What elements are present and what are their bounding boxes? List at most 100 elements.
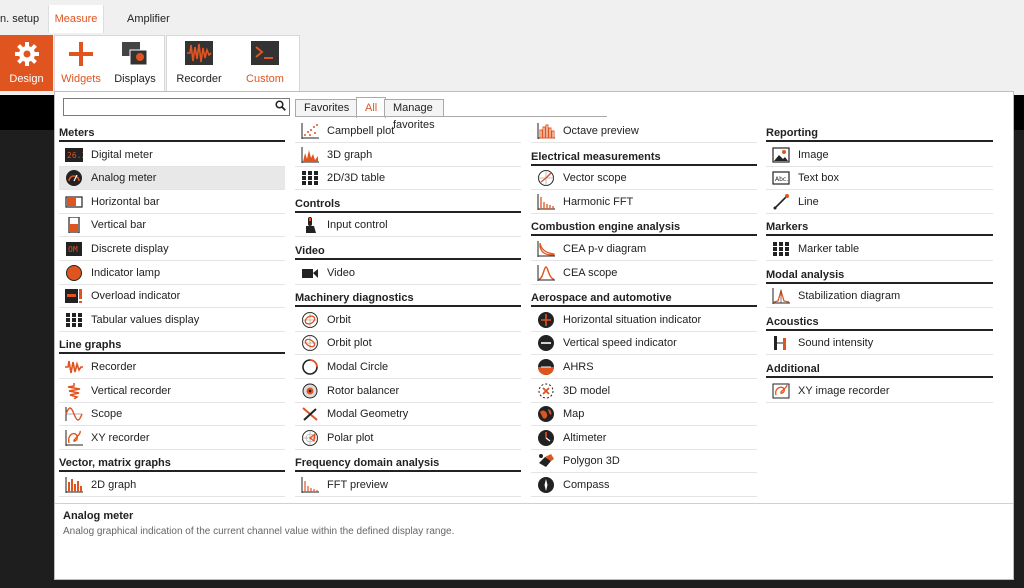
widget-item[interactable]: Rotor balancer	[295, 380, 521, 403]
compass-icon	[537, 477, 555, 493]
widget-item-label: Sound intensity	[798, 337, 874, 350]
widget-item[interactable]: Compass	[531, 474, 757, 497]
widget-item[interactable]: Harmonic FFT	[531, 191, 757, 214]
orbit-plot-icon	[301, 335, 319, 352]
design-button[interactable]: Design	[0, 35, 53, 91]
vsi-icon	[537, 335, 555, 352]
custom-button[interactable]: Custom	[233, 35, 297, 91]
custom-label: Custom	[246, 73, 284, 85]
widget-item[interactable]: Image	[766, 144, 993, 167]
svg-text:OM: OM	[68, 245, 78, 254]
tab-all[interactable]: All	[356, 97, 387, 118]
widget-item[interactable]: Indicator lamp	[59, 262, 285, 285]
widget-item[interactable]: Vertical speed indicator	[531, 332, 757, 356]
widget-item-label: Rotor balancer	[327, 384, 400, 397]
description-text: Analog graphical indication of the curre…	[63, 526, 455, 537]
widget-item[interactable]: OM Discrete display	[59, 238, 285, 261]
text-box-icon: Abc.	[772, 170, 790, 186]
widget-item[interactable]: Tabular values display	[59, 309, 285, 332]
widget-item[interactable]: Vertical bar	[59, 214, 285, 238]
widget-item[interactable]: Map	[531, 403, 757, 427]
description-title: Analog meter	[63, 510, 134, 522]
widget-item[interactable]: Altimeter	[531, 427, 757, 450]
vertical-recorder-icon	[65, 382, 83, 400]
section-header: Meters	[59, 120, 285, 142]
widget-item-label: Harmonic FFT	[563, 195, 634, 208]
widget-item-label: Horizontal situation indicator	[563, 313, 702, 326]
ahrs-icon	[537, 359, 555, 375]
hsi-icon	[537, 311, 555, 328]
widget-item[interactable]: AHRS	[531, 356, 757, 379]
section-header: Machinery diagnostics	[295, 285, 521, 308]
widget-item[interactable]: XY image recorder	[766, 380, 993, 403]
widget-item-label: CEA p-v diagram	[563, 243, 647, 255]
widget-item[interactable]: Vertical recorder	[59, 380, 285, 403]
tab-setup[interactable]: n. setup	[0, 5, 45, 33]
widget-item[interactable]: Marker table	[766, 238, 993, 261]
table-icon	[301, 170, 319, 186]
widget-item[interactable]: Polygon 3D	[531, 450, 757, 474]
widget-item[interactable]: 3D graph	[295, 144, 521, 167]
displays-button[interactable]: Displays	[108, 35, 162, 91]
widget-item[interactable]: Polar plot	[295, 427, 521, 450]
tab-favorites[interactable]: Favorites	[295, 99, 359, 117]
widget-item-label: XY image recorder	[798, 384, 890, 397]
plus-icon	[68, 41, 94, 70]
widget-item-label: Stabilization diagram	[798, 290, 901, 303]
widget-item[interactable]: Line	[766, 191, 993, 214]
video-icon	[301, 265, 319, 281]
marker-table-icon	[772, 241, 790, 257]
stabilization-diagram-icon	[772, 288, 790, 305]
section-header: Aerospace and automotive	[531, 285, 757, 308]
widget-item[interactable]: Vector scope	[531, 167, 757, 191]
image-icon	[772, 146, 790, 163]
widget-item-label: Image	[798, 148, 829, 161]
widget-item-label: Vertical bar	[91, 219, 147, 232]
indicator-lamp-icon	[65, 264, 83, 281]
widget-item[interactable]: Sound intensity	[766, 332, 993, 356]
widget-item[interactable]: Horizontal bar	[59, 191, 285, 214]
widget-item[interactable]: Horizontal situation indicator	[531, 309, 757, 332]
discrete-display-icon: OM	[65, 241, 83, 257]
widget-item[interactable]: Stabilization diagram	[766, 285, 993, 309]
widget-item[interactable]: Modal Circle	[295, 356, 521, 379]
tab-amplifier[interactable]: Amplifier	[127, 5, 177, 33]
widget-item[interactable]: 2D graph	[59, 474, 285, 497]
widget-item-label: Indicator lamp	[91, 266, 161, 279]
widget-item-label: Video	[327, 266, 355, 279]
widget-item[interactable]: 2D/3D table	[295, 167, 521, 191]
widget-item[interactable]: Recorder	[59, 356, 285, 379]
widget-item[interactable]: Octave preview	[531, 120, 757, 143]
recorder-button[interactable]: Recorder	[167, 35, 231, 91]
widget-item[interactable]: Scope	[59, 403, 285, 427]
widget-item[interactable]: Analog meter	[59, 167, 285, 191]
widget-item[interactable]: Orbit	[295, 309, 521, 332]
widget-item[interactable]: CEA scope	[531, 262, 757, 285]
section-header: Electrical measurements	[531, 144, 757, 166]
widget-item[interactable]: Abc. Text box	[766, 167, 993, 191]
widget-item[interactable]: Video	[295, 262, 521, 285]
widget-item[interactable]: FFT preview	[295, 474, 521, 497]
widget-item[interactable]: Input control	[295, 214, 521, 238]
widget-item[interactable]: 26.3 Digital meter	[59, 144, 285, 167]
search-icon[interactable]	[275, 100, 286, 114]
widget-item-label: Map	[563, 408, 585, 421]
widget-item-label: Scope	[91, 408, 123, 421]
widget-item[interactable]: Modal Geometry	[295, 403, 521, 427]
section-header: Markers	[766, 214, 993, 237]
widget-item[interactable]: CEA p-v diagram	[531, 238, 757, 261]
widget-item[interactable]: Orbit plot	[295, 332, 521, 356]
cea-scope-icon	[537, 264, 555, 281]
widget-item[interactable]: XY recorder	[59, 427, 285, 450]
tab-manage-favorites[interactable]: Manage favorites	[384, 99, 444, 131]
recorder-icon	[185, 41, 213, 68]
widget-item-label: 2D/3D table	[327, 172, 386, 185]
search-box[interactable]	[63, 98, 290, 116]
widget-item[interactable]: Overload indicator	[59, 285, 285, 309]
widgets-button[interactable]: Widgets	[55, 35, 107, 91]
tab-measure[interactable]: Measure	[48, 5, 104, 33]
line-icon	[772, 193, 790, 210]
widget-item-label: Polygon 3D	[563, 455, 620, 468]
widget-item[interactable]: 3D model	[531, 380, 757, 403]
widget-item[interactable]: Campbell plot	[295, 120, 521, 143]
